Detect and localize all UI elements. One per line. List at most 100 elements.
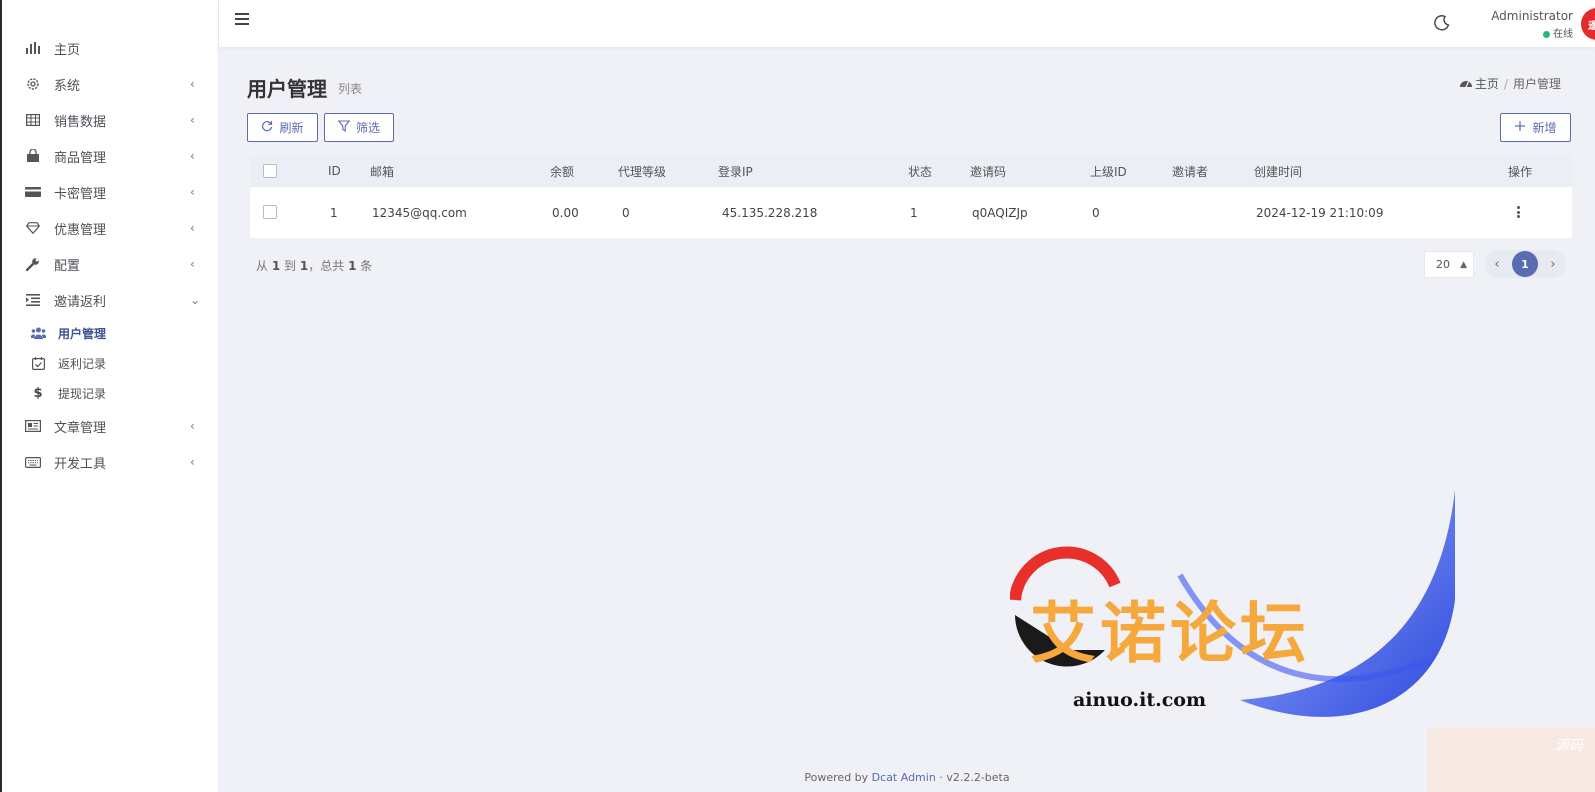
dark-mode-toggle-icon[interactable] bbox=[1433, 14, 1453, 34]
sidebar-item-card-keys[interactable]: 卡密管理 ‹ bbox=[2, 174, 218, 210]
pagination-summary: 从 1 到 1，总共 1 条 bbox=[256, 257, 372, 274]
next-page-button[interactable]: › bbox=[1546, 257, 1560, 272]
column-header-agent-level: 代理等级 bbox=[618, 164, 667, 179]
cell-email: 12345@qq.com bbox=[372, 205, 467, 220]
cell-login-ip: 45.135.228.218 bbox=[722, 205, 818, 220]
diamond-icon bbox=[24, 219, 42, 237]
chevron-left-icon: ‹ bbox=[190, 257, 195, 271]
sidebar-item-config[interactable]: 配置 ‹ bbox=[2, 246, 218, 282]
user-name[interactable]: Administrator bbox=[1469, 9, 1573, 23]
sidebar-item-referral[interactable]: 邀请返利 ⌄ bbox=[2, 282, 218, 318]
column-header-balance: 余额 bbox=[550, 164, 575, 179]
cell-invite-code: q0AQIZJp bbox=[972, 205, 1028, 220]
column-header-created-at[interactable]: 创建时间 bbox=[1254, 163, 1302, 180]
column-header-status: 状态 bbox=[908, 164, 933, 179]
sidebar-item-system[interactable]: 系统 ‹ bbox=[2, 66, 218, 102]
breadcrumb: 主页 / 用户管理 bbox=[1459, 75, 1561, 92]
summary-prefix: 从 bbox=[256, 259, 269, 273]
row-actions-menu-icon[interactable] bbox=[1513, 205, 1523, 219]
chevron-left-icon: ‹ bbox=[190, 185, 195, 199]
footer: Powered by Dcat Admin · v2.2.2-beta bbox=[219, 771, 1595, 784]
table-header-row: ID 邮箱 余额 代理等级 登录IP 状态 邀请码 上级ID 邀请者 创建时间 … bbox=[250, 155, 1572, 187]
summary-unit: 条 bbox=[360, 259, 373, 273]
wrench-icon bbox=[24, 255, 42, 273]
filter-label: 筛选 bbox=[355, 121, 380, 135]
bar-chart-icon bbox=[24, 39, 42, 57]
page-title: 用户管理 bbox=[247, 77, 327, 101]
sidebar-subitem-rebate-records[interactable]: 返利记录 bbox=[2, 348, 218, 378]
online-status-dot bbox=[1543, 30, 1550, 38]
refresh-button[interactable]: 刷新 bbox=[247, 113, 318, 142]
column-header-email: 邮箱 bbox=[370, 164, 395, 179]
chevron-left-icon: ‹ bbox=[190, 455, 195, 469]
summary-to-word: 到 bbox=[284, 259, 297, 273]
sidebar-item-home[interactable]: 主页 bbox=[2, 30, 218, 66]
chevron-left-icon: ‹ bbox=[190, 77, 195, 91]
chevron-up-icon: ▲ bbox=[1460, 259, 1467, 270]
summary-from: 1 bbox=[271, 259, 281, 273]
column-header-id[interactable]: ID bbox=[328, 164, 341, 178]
cell-created-at: 2024-12-19 21:10:09 bbox=[1256, 205, 1384, 220]
cell-balance: 0.00 bbox=[552, 205, 579, 220]
select-all-checkbox[interactable] bbox=[263, 164, 277, 178]
sidebar-item-discounts[interactable]: 优惠管理 ‹ bbox=[2, 210, 218, 246]
per-page-value: 20 bbox=[1436, 258, 1450, 271]
sidebar-subitem-label: 返利记录 bbox=[58, 356, 107, 371]
calendar-check-icon bbox=[30, 355, 46, 371]
hamburger-menu-icon[interactable] bbox=[235, 13, 249, 25]
sidebar-item-label: 文章管理 bbox=[54, 420, 107, 436]
footer-powered-by: Powered by bbox=[804, 771, 869, 784]
row-checkbox[interactable] bbox=[263, 205, 277, 219]
newspaper-icon bbox=[24, 417, 42, 435]
sidebar-subitem-user-management[interactable]: 用户管理 bbox=[2, 318, 218, 348]
table-row: 1 12345@qq.com 0.00 0 45.135.228.218 1 q… bbox=[250, 187, 1572, 238]
footer-version: v2.2.2-beta bbox=[946, 771, 1010, 784]
breadcrumb-home[interactable]: 主页 bbox=[1459, 75, 1499, 92]
breadcrumb-current: 用户管理 bbox=[1512, 77, 1561, 91]
sidebar-subitem-label: 提现记录 bbox=[58, 386, 107, 401]
sidebar-subitem-label: 用户管理 bbox=[58, 326, 107, 341]
sidebar-item-dev-tools[interactable]: 开发工具 ‹ bbox=[2, 444, 218, 480]
chevron-left-icon: ‹ bbox=[190, 113, 195, 127]
prev-page-button[interactable]: ‹ bbox=[1490, 257, 1504, 272]
sidebar-item-label: 开发工具 bbox=[54, 456, 107, 472]
user-status-label: 在线 bbox=[1553, 29, 1573, 40]
add-new-label: 新增 bbox=[1532, 121, 1557, 135]
sidebar-item-label: 销售数据 bbox=[54, 114, 107, 130]
column-header-login-ip: 登录IP bbox=[718, 164, 753, 179]
column-header-actions: 操作 bbox=[1508, 164, 1533, 179]
cell-parent-id: 0 bbox=[1092, 205, 1100, 220]
indent-list-icon bbox=[24, 291, 42, 309]
keyboard-icon bbox=[24, 453, 42, 471]
top-navbar: Administrator 在线 遥U bbox=[219, 0, 1595, 47]
cell-id: 1 bbox=[330, 205, 338, 220]
footer-dcat-link[interactable]: Dcat Admin bbox=[872, 771, 936, 784]
column-header-invite-code: 邀请码 bbox=[970, 164, 1007, 179]
sidebar-item-sales-data[interactable]: 销售数据 ‹ bbox=[2, 102, 218, 138]
page-number-button[interactable]: 1 bbox=[1512, 251, 1538, 277]
watermark-title: 艾诺论坛 bbox=[1030, 595, 1310, 672]
sidebar-item-products[interactable]: 商品管理 ‹ bbox=[2, 138, 218, 174]
cell-agent-level: 0 bbox=[622, 205, 630, 220]
chevron-left-icon: ‹ bbox=[190, 419, 195, 433]
shopping-bag-icon bbox=[24, 147, 42, 165]
filter-button[interactable]: 筛选 bbox=[324, 113, 394, 142]
watermark-url: ainuo.it.com bbox=[1073, 689, 1207, 711]
sidebar-menu: 主页 系统 ‹ 销售数据 ‹ 商品管理 ‹ 卡密管理 ‹ 优惠管理 ‹ 配置 ‹… bbox=[2, 30, 218, 480]
credit-card-icon bbox=[24, 183, 42, 201]
dashboard-icon bbox=[1459, 77, 1472, 91]
filter-icon bbox=[337, 120, 351, 135]
cell-status: 1 bbox=[910, 205, 918, 220]
avatar[interactable]: 遥U bbox=[1581, 8, 1595, 40]
sidebar-item-articles[interactable]: 文章管理 ‹ bbox=[2, 408, 218, 444]
sidebar-item-label: 配置 bbox=[54, 258, 81, 274]
per-page-select[interactable]: 20 ▲ bbox=[1424, 251, 1474, 278]
user-table: ID 邮箱 余额 代理等级 登录IP 状态 邀请码 上级ID 邀请者 创建时间 … bbox=[250, 155, 1572, 238]
breadcrumb-separator: / bbox=[1503, 76, 1508, 91]
pager: ‹ 1 › bbox=[1484, 250, 1566, 278]
add-new-button[interactable]: 新增 bbox=[1500, 113, 1571, 142]
gear-icon bbox=[24, 75, 42, 93]
sidebar-subitem-withdraw-records[interactable]: $ 提现记录 bbox=[2, 378, 218, 408]
sidebar: 主页 系统 ‹ 销售数据 ‹ 商品管理 ‹ 卡密管理 ‹ 优惠管理 ‹ 配置 ‹… bbox=[2, 0, 219, 792]
chevron-down-icon: ⌄ bbox=[190, 293, 201, 307]
